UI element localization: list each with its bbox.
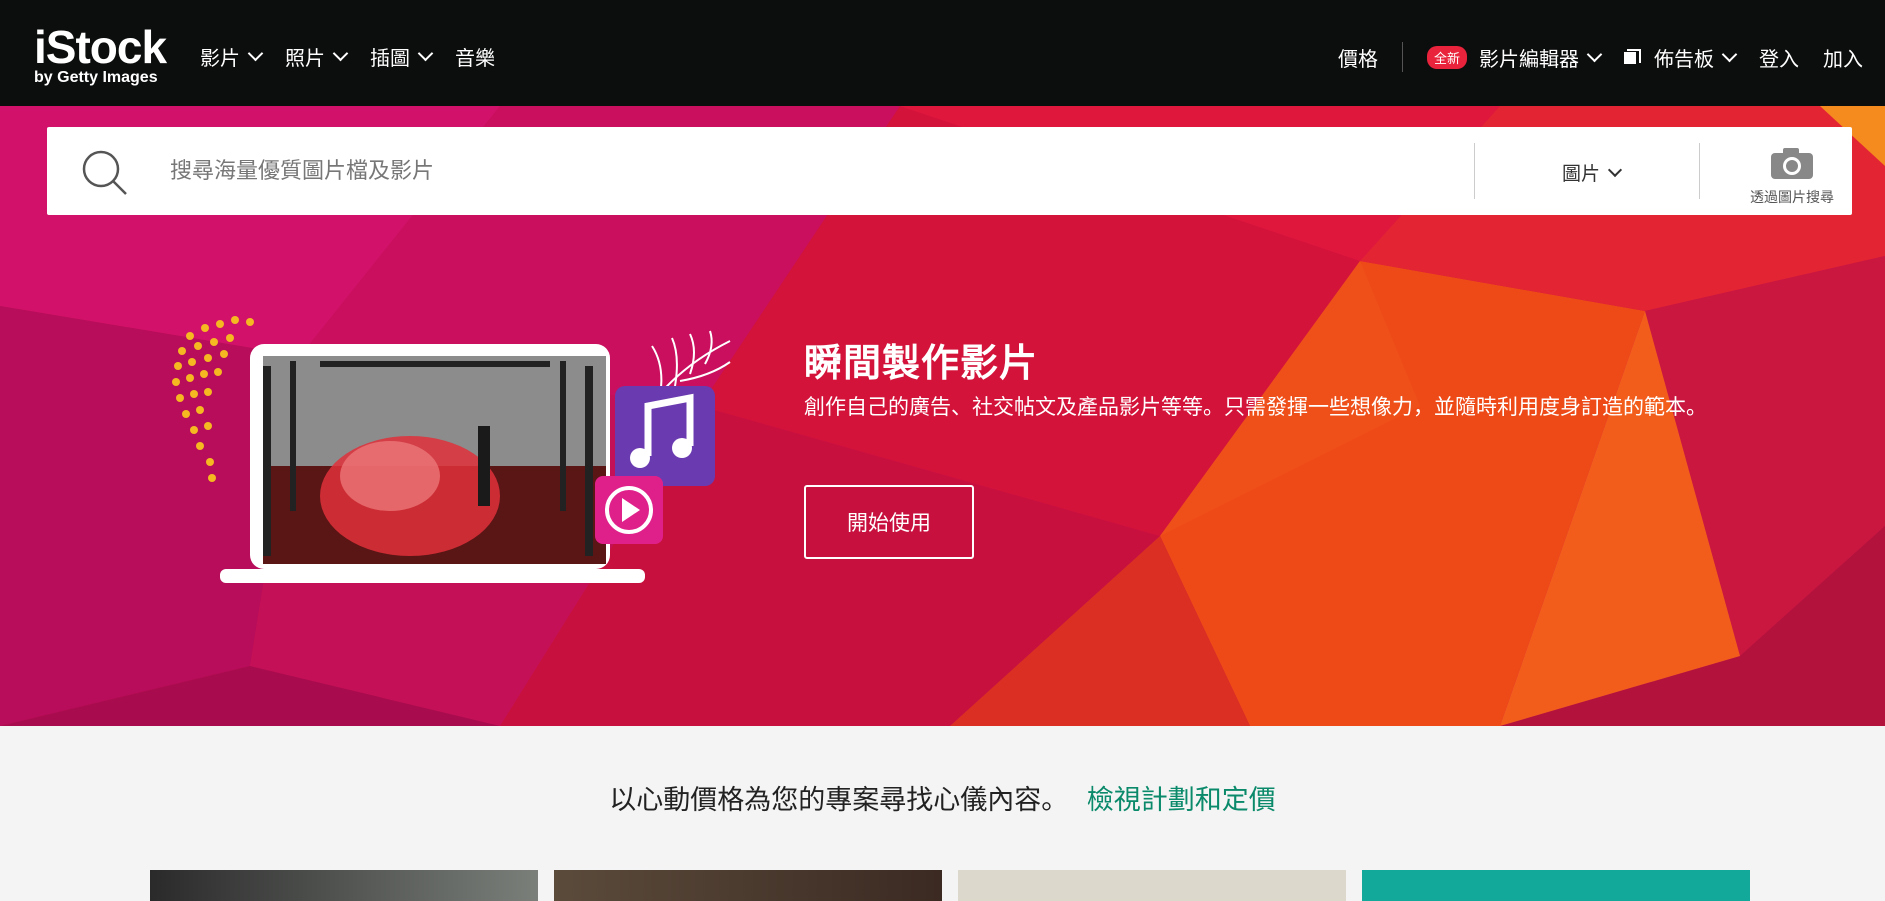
nav-music-label: 音樂 bbox=[455, 46, 495, 70]
istock-logo[interactable]: iStock by Getty Images bbox=[34, 21, 167, 86]
chevron-down-icon bbox=[1586, 46, 1603, 62]
search-icon[interactable] bbox=[81, 149, 129, 197]
chevron-down-icon bbox=[247, 45, 264, 62]
nav-login[interactable]: 登入 bbox=[1759, 43, 1799, 72]
nav-boards-label: 佈告板 bbox=[1654, 46, 1714, 71]
chevron-down-icon bbox=[417, 45, 434, 62]
logo-main-text: iStock bbox=[34, 21, 167, 73]
top-navigation: iStock by Getty Images 影片 照片 插圖 音樂 價格 全新… bbox=[0, 0, 1885, 106]
dots-decoration bbox=[172, 316, 254, 482]
search-bar: 圖片 透過圖片搜尋 bbox=[47, 127, 1852, 215]
image-search-button[interactable]: 透過圖片搜尋 bbox=[1732, 145, 1852, 207]
feature-card[interactable] bbox=[150, 870, 538, 901]
chevron-down-icon bbox=[1607, 162, 1623, 177]
promo-title: 瞬間製作影片 bbox=[804, 341, 1039, 385]
nav-video-editor[interactable]: 全新 影片編輯器 bbox=[1426, 43, 1603, 72]
feature-card[interactable] bbox=[958, 870, 1346, 901]
asset-type-select[interactable]: 圖片 bbox=[1562, 159, 1623, 186]
search-separator bbox=[1699, 143, 1700, 199]
chevron-down-icon bbox=[1721, 46, 1738, 62]
pricing-band: 以心動價格為您的專案尋找心儀內容。 檢視計劃和定價 bbox=[0, 778, 1885, 817]
nav-video-editor-label: 影片編輯器 bbox=[1479, 46, 1579, 71]
nav-music[interactable]: 音樂 bbox=[455, 42, 495, 71]
account-menu: 價格 全新 影片編輯器 佈告板 登入 加入 bbox=[1314, 42, 1863, 72]
nav-join[interactable]: 加入 bbox=[1823, 43, 1863, 72]
music-note-icon bbox=[615, 386, 715, 486]
nav-videos[interactable]: 影片 bbox=[200, 42, 264, 71]
video-maker-illustration bbox=[172, 316, 731, 583]
feature-cards bbox=[150, 870, 1750, 901]
nav-join-label: 加入 bbox=[1823, 46, 1863, 71]
nav-boards[interactable]: 佈告板 bbox=[1624, 43, 1738, 72]
search-separator bbox=[1474, 143, 1475, 199]
new-badge: 全新 bbox=[1426, 45, 1467, 69]
nav-photos[interactable]: 照片 bbox=[285, 42, 349, 71]
nav-illustrations-label: 插圖 bbox=[370, 46, 410, 70]
nav-pricing[interactable]: 價格 bbox=[1338, 43, 1378, 72]
pricing-text: 以心動價格為您的專案尋找心儀內容。 bbox=[609, 785, 1069, 816]
nav-illustrations[interactable]: 插圖 bbox=[370, 42, 434, 71]
nav-login-label: 登入 bbox=[1759, 46, 1799, 71]
search-input[interactable] bbox=[170, 147, 1470, 195]
asset-type-value: 圖片 bbox=[1562, 163, 1601, 185]
chevron-down-icon bbox=[332, 45, 349, 62]
feature-card[interactable] bbox=[554, 870, 942, 901]
play-icon bbox=[595, 476, 663, 544]
nav-photos-label: 照片 bbox=[285, 46, 325, 70]
main-menu: 影片 照片 插圖 音樂 bbox=[200, 42, 495, 71]
nav-divider bbox=[1401, 42, 1403, 72]
laptop-icon bbox=[220, 344, 645, 583]
hero-banner: 圖片 透過圖片搜尋 bbox=[0, 106, 1885, 726]
board-icon bbox=[1624, 49, 1641, 65]
feature-card[interactable] bbox=[1362, 870, 1750, 901]
image-search-label: 透過圖片搜尋 bbox=[1750, 190, 1834, 206]
logo-sub-text: by Getty Images bbox=[34, 69, 158, 86]
nav-pricing-label: 價格 bbox=[1337, 46, 1378, 71]
promo-description: 創作自己的廣告、社交帖文及產品影片等等。只需發揮一些想像力，並隨時利用度身訂造的… bbox=[804, 395, 1707, 419]
get-started-button[interactable]: 開始使用 bbox=[804, 485, 974, 559]
view-plans-link[interactable]: 檢視計劃和定價 bbox=[1087, 785, 1276, 816]
camera-icon bbox=[1771, 148, 1813, 179]
nav-videos-label: 影片 bbox=[200, 46, 240, 70]
